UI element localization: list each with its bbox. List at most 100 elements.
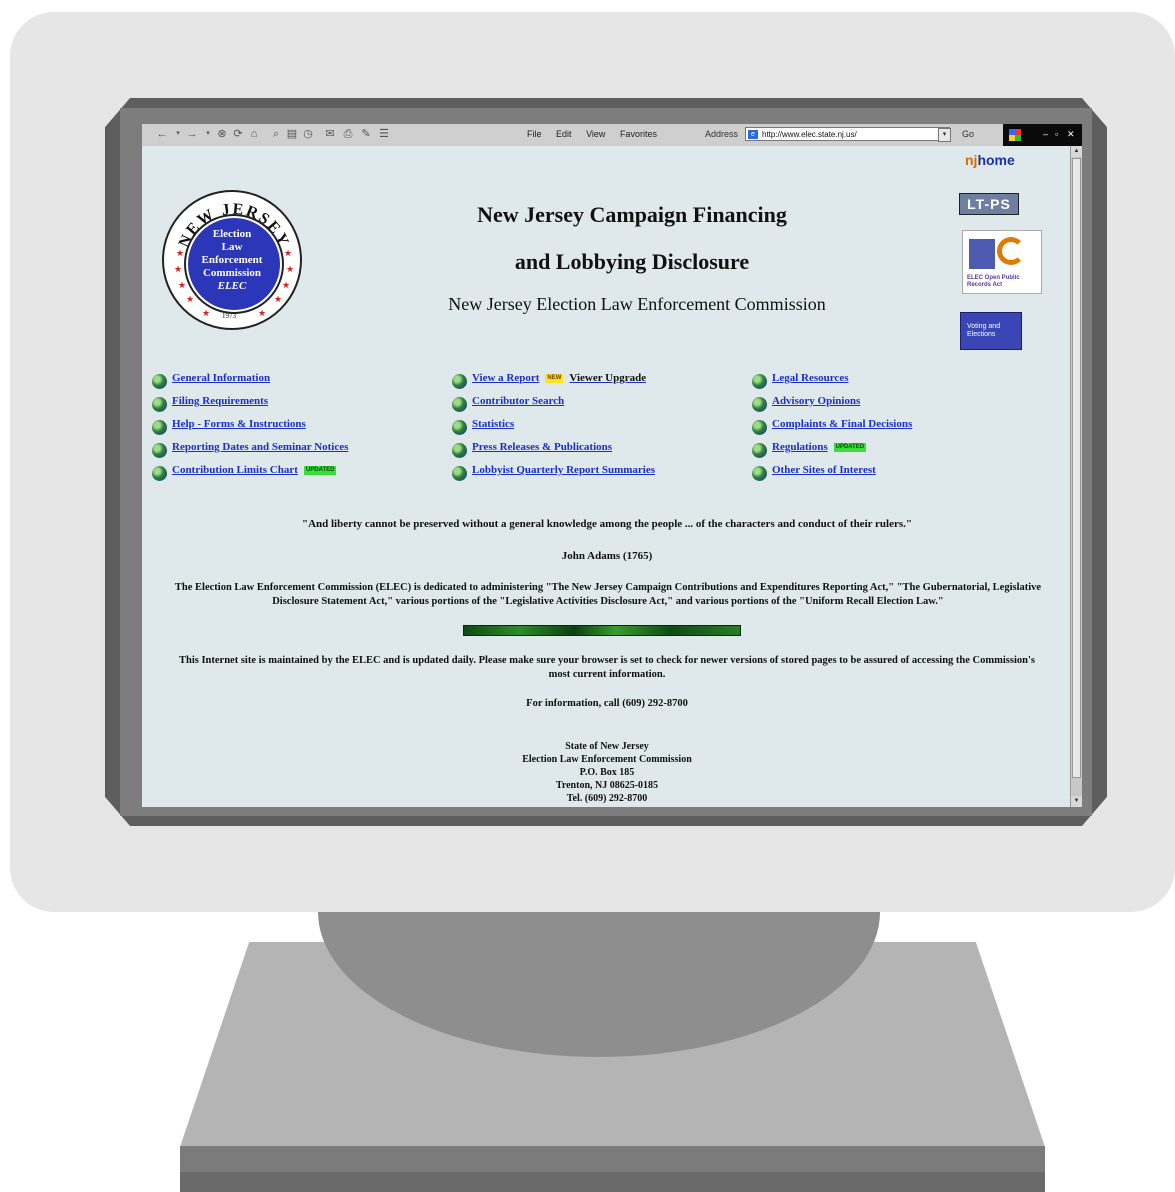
address-url: http://www.elec.state.nj.us/ <box>762 130 857 139</box>
globe-icon <box>752 466 767 481</box>
svg-text:★: ★ <box>186 294 194 304</box>
document-icon <box>969 239 995 269</box>
scroll-up-icon[interactable]: ▲ <box>1071 146 1082 157</box>
link-filing-requirements[interactable]: Filing Requirements <box>172 395 268 407</box>
screen: ← ▾ → ▾ ⊗ ⟳ ⌂ ⌕ ▤ ◷ ✉ ⎙ ✎ ☰ File Edit Vi… <box>142 124 1082 807</box>
njhome-link[interactable]: njhome <box>965 152 1015 168</box>
voting-elections-link[interactable]: Voting and Elections <box>960 312 1022 350</box>
address-label: Address <box>705 129 739 139</box>
vertical-scrollbar[interactable]: ▲ ▼ <box>1070 146 1082 807</box>
page-title-line1: New Jersey Campaign Financing <box>477 202 787 227</box>
browser-toolbar: ← ▾ → ▾ ⊗ ⟳ ⌂ ⌕ ▤ ◷ ✉ ⎙ ✎ ☰ File Edit Vi… <box>142 124 1082 147</box>
link-press-releases[interactable]: Press Releases & Publications <box>472 441 612 453</box>
svg-text:★: ★ <box>176 248 184 258</box>
ltps-link[interactable]: LT-PS <box>959 193 1019 215</box>
maximize-icon[interactable]: ▫ <box>1055 129 1058 139</box>
forward-dropdown-icon[interactable]: ▾ <box>202 128 214 140</box>
globe-icon <box>752 420 767 435</box>
stop-icon[interactable]: ⊗ <box>216 128 228 140</box>
menu-favorites[interactable]: Favorites <box>620 129 657 139</box>
globe-icon <box>452 443 467 458</box>
link-general-information[interactable]: General Information <box>172 372 270 384</box>
contact-phone: For information, call (609) 292-8700 <box>526 698 688 709</box>
favorites-icon[interactable]: ▤ <box>286 128 298 140</box>
refresh-arrow-icon <box>997 237 1025 265</box>
mailing-address: State of New Jersey Election Law Enforce… <box>522 741 692 804</box>
link-legal-resources[interactable]: Legal Resources <box>772 372 848 384</box>
ie-page-icon: e <box>748 130 758 139</box>
globe-icon <box>452 466 467 481</box>
link-contribution-limits[interactable]: Contribution Limits Chart UPDATED <box>172 464 337 476</box>
seal-year: 1973 <box>222 312 236 320</box>
maintenance-notice: This Internet site is maintained by the … <box>179 655 1035 680</box>
windows-logo-icon <box>1009 129 1021 141</box>
address-dropdown-icon[interactable]: ▾ <box>938 128 951 142</box>
mail-icon[interactable]: ✉ <box>324 128 336 140</box>
svg-text:★: ★ <box>258 308 266 318</box>
page-title-line2: and Lobbying Disclosure <box>514 249 750 274</box>
globe-icon <box>452 397 467 412</box>
web-page: NEW JERSEY ★ ★ ★ ★ ★ ★ ★ ★ ★ ★ Election Law En… <box>142 146 1070 807</box>
globe-icon <box>152 397 167 412</box>
opra-label: ELEC Open Public Records Act <box>967 275 1020 288</box>
link-lobbyist-summaries[interactable]: Lobbyist Quarterly Report Summaries <box>472 464 655 476</box>
link-reporting-dates[interactable]: Reporting Dates and Seminar Notices <box>172 441 348 453</box>
globe-icon <box>752 443 767 458</box>
forward-icon[interactable]: → <box>186 128 198 140</box>
edit-icon[interactable]: ✎ <box>360 128 372 140</box>
minimize-icon[interactable]: – <box>1043 129 1048 139</box>
svg-text:★: ★ <box>284 248 292 258</box>
refresh-icon[interactable]: ⟳ <box>232 128 244 140</box>
link-complaints-decisions[interactable]: Complaints & Final Decisions <box>772 418 912 430</box>
globe-icon <box>452 420 467 435</box>
link-regulations[interactable]: Regulations UPDATED <box>772 441 867 453</box>
back-dropdown-icon[interactable]: ▾ <box>172 128 184 140</box>
history-icon[interactable]: ◷ <box>302 128 314 140</box>
svg-text:★: ★ <box>174 264 182 274</box>
svg-text:★: ★ <box>274 294 282 304</box>
globe-icon <box>152 443 167 458</box>
svg-text:★: ★ <box>202 308 210 318</box>
globe-icon <box>152 420 167 435</box>
adams-quote: "And liberty cannot be preserved without… <box>301 518 913 530</box>
quote-author: John Adams (1765) <box>561 550 653 562</box>
globe-icon <box>752 374 767 389</box>
updated-badge: UPDATED <box>303 465 337 475</box>
svg-text:★: ★ <box>286 264 294 274</box>
back-icon[interactable]: ← <box>156 128 168 140</box>
monitor-base-edge <box>180 1172 1045 1192</box>
go-button[interactable]: Go <box>962 129 974 139</box>
print-icon[interactable]: ⎙ <box>342 128 354 140</box>
menu-view[interactable]: View <box>586 129 605 139</box>
mission-statement: The Election Law Enforcement Commission … <box>174 582 1042 607</box>
seal-text: Election Law Enforcement Commission ELEC <box>201 228 263 292</box>
link-other-sites[interactable]: Other Sites of Interest <box>772 464 876 476</box>
menu-bar: File Edit View Favorites <box>527 129 669 139</box>
menu-file[interactable]: File <box>527 129 542 139</box>
globe-icon <box>152 466 167 481</box>
close-icon[interactable]: ✕ <box>1067 129 1075 140</box>
link-contributor-search[interactable]: Contributor Search <box>472 395 564 407</box>
viewer-upgrade-text: Viewer Upgrade <box>569 372 647 384</box>
search-icon[interactable]: ⌕ <box>270 128 282 140</box>
link-view-report[interactable]: View a Report NEW Viewer Upgrade <box>472 372 646 384</box>
globe-icon <box>752 397 767 412</box>
opra-link[interactable]: ELEC Open Public Records Act <box>962 230 1042 294</box>
svg-text:★: ★ <box>178 280 186 290</box>
home-icon[interactable]: ⌂ <box>248 128 260 140</box>
svg-text:★: ★ <box>282 280 290 290</box>
scroll-thumb[interactable] <box>1072 158 1081 778</box>
page-subtitle: New Jersey Election Law Enforcement Comm… <box>448 294 826 314</box>
link-statistics[interactable]: Statistics <box>472 418 514 430</box>
address-bar[interactable]: e http://www.elec.state.nj.us/ <box>745 127 950 141</box>
window-controls: – ▫ ✕ <box>1003 124 1082 146</box>
menu-edit[interactable]: Edit <box>556 129 572 139</box>
updated-badge: UPDATED <box>833 442 867 452</box>
globe-icon <box>452 374 467 389</box>
scroll-down-icon[interactable]: ▼ <box>1071 796 1082 807</box>
discuss-icon[interactable]: ☰ <box>378 128 390 140</box>
link-advisory-opinions[interactable]: Advisory Opinions <box>772 395 860 407</box>
globe-icon <box>152 374 167 389</box>
new-badge: NEW <box>545 373 564 383</box>
link-help-forms[interactable]: Help - Forms & Instructions <box>172 418 306 430</box>
